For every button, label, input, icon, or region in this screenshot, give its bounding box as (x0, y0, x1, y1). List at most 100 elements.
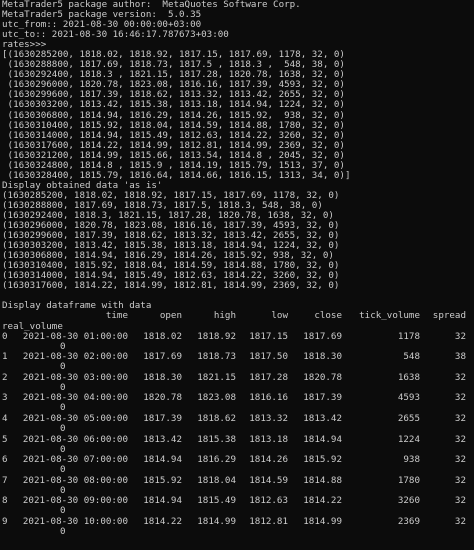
cell-close: 1817.69 (303, 330, 342, 342)
cell-open: 1818.30 (143, 371, 182, 383)
console-header-output: MetaTrader5 package author: MetaQuotes S… (2, 0, 474, 50)
asis-line: (1630317600, 1814.22, 1814.99, 1812.81, … (2, 280, 340, 292)
cell-open: 1817.39 (143, 412, 182, 424)
cell-open: 1818.02 (143, 330, 182, 342)
dataframe-rows: 0 2021-08-30 01:00:00 1818.02 1818.92 1817.1… (2, 330, 474, 538)
row-index: 0 (2, 330, 8, 342)
cell-high: 1818.73 (197, 351, 236, 363)
rates-output: [(1630285200, 1818.02, 1818.92, 1817.15,… (2, 50, 474, 181)
cell-open: 1817.69 (143, 351, 182, 363)
cell-tick-volume: 938 (403, 454, 420, 466)
cell-spread: 32 (454, 515, 466, 527)
rates-line: (1630303200, 1813.42, 1815.38, 1813.18, … (2, 99, 345, 111)
dataframe-header-row: time open high low close tick_volume spr… (2, 311, 474, 321)
cell-high: 1818.04 (197, 474, 236, 486)
cell-close: 1813.42 (303, 412, 342, 424)
cell-low: 1814.26 (249, 454, 288, 466)
row-index: 9 (2, 515, 8, 527)
cell-tick-volume: 1780 (397, 474, 420, 486)
cell-real-volume: 0 (60, 361, 66, 373)
console-window[interactable]: MetaTrader5 package author: MetaQuotes S… (0, 0, 474, 550)
table-row: 7 2021-08-30 08:00:00 1815.92 1818.04 1814.5… (2, 474, 474, 497)
cell-spread: 32 (454, 330, 466, 342)
cell-spread: 32 (454, 454, 466, 466)
cell-spread: 32 (454, 371, 466, 383)
cell-close: 1820.78 (303, 371, 342, 383)
cell-close: 1814.88 (303, 474, 342, 486)
cell-spread: 32 (454, 412, 466, 424)
col-header-time: time (105, 310, 128, 322)
cell-time: 2021-08-30 05:00:00 (22, 412, 128, 424)
cell-tick-volume: 1224 (397, 433, 420, 445)
cell-close: 1814.22 (303, 495, 342, 507)
row-index: 1 (2, 351, 8, 363)
table-row: 4 2021-08-30 05:00:00 1817.39 1818.62 1813.3… (2, 412, 474, 435)
cell-spread: 32 (454, 474, 466, 486)
table-row: 5 2021-08-30 06:00:00 1813.42 1815.38 1813.1… (2, 433, 474, 456)
cell-close: 1815.92 (303, 454, 342, 466)
table-row: 1 2021-08-30 02:00:00 1817.69 1818.73 1817.5… (2, 352, 474, 373)
cell-close: 1818.30 (303, 351, 342, 363)
cell-high: 1815.38 (197, 433, 236, 445)
cell-time: 2021-08-30 07:00:00 (22, 454, 128, 466)
cell-low: 1817.50 (249, 351, 288, 363)
cell-real-volume: 0 (60, 505, 66, 517)
col-header-spread: spread (432, 310, 466, 322)
row-index: 7 (2, 474, 8, 486)
cell-low: 1812.81 (249, 515, 288, 527)
cell-real-volume: 0 (60, 422, 66, 434)
cell-open: 1814.94 (143, 495, 182, 507)
cell-time: 2021-08-30 09:00:00 (22, 495, 128, 507)
cell-open: 1813.42 (143, 433, 182, 445)
cell-tick-volume: 2655 (397, 412, 420, 424)
cell-open: 1815.92 (143, 474, 182, 486)
cell-high: 1814.99 (197, 515, 236, 527)
header-line: utc_to:: 2021-08-30 16:46:17.787673+03:0… (2, 29, 229, 41)
row-index: 5 (2, 433, 8, 445)
cell-time: 2021-08-30 04:00:00 (22, 392, 128, 404)
cell-spread: 32 (454, 495, 466, 507)
table-row: 0 2021-08-30 01:00:00 1818.02 1818.92 1817.1… (2, 330, 474, 353)
cell-time: 2021-08-30 08:00:00 (22, 474, 128, 486)
dataframe-table: time open high low close tick_volume spr… (2, 311, 474, 537)
cell-close: 1814.94 (303, 433, 342, 445)
row-index: 6 (2, 454, 8, 466)
cell-time: 2021-08-30 06:00:00 (22, 433, 128, 445)
col-header-tick-volume: tick_volume (359, 310, 420, 322)
cell-tick-volume: 1178 (397, 330, 420, 342)
table-row: 9 2021-08-30 10:00:00 1814.22 1814.99 1812.8… (2, 515, 474, 538)
col-header-high: high (213, 310, 236, 322)
row-index: 8 (2, 495, 8, 507)
cell-low: 1817.28 (249, 371, 288, 383)
cell-spread: 38 (454, 351, 466, 363)
col-header-close: close (314, 310, 342, 322)
cell-tick-volume: 548 (403, 351, 420, 363)
cell-real-volume: 0 (60, 525, 66, 537)
cell-tick-volume: 3260 (397, 495, 420, 507)
row-index: 4 (2, 412, 8, 424)
cell-low: 1812.63 (249, 495, 288, 507)
cell-high: 1823.08 (197, 392, 236, 404)
cell-real-volume: 0 (60, 381, 66, 393)
row-index: 2 (2, 371, 8, 383)
cell-high: 1815.49 (197, 495, 236, 507)
cell-low: 1814.59 (249, 474, 288, 486)
cell-high: 1818.92 (197, 330, 236, 342)
cell-high: 1821.15 (197, 371, 236, 383)
cell-real-volume: 0 (60, 402, 66, 414)
table-row: 3 2021-08-30 04:00:00 1820.78 1823.08 1816.1… (2, 393, 474, 414)
cell-high: 1816.29 (197, 454, 236, 466)
cell-real-volume: 0 (60, 464, 66, 476)
cell-low: 1813.18 (249, 433, 288, 445)
cell-real-volume: 0 (60, 340, 66, 352)
cell-spread: 32 (454, 433, 466, 445)
cell-close: 1817.39 (303, 392, 342, 404)
cell-high: 1818.62 (197, 412, 236, 424)
cell-time: 2021-08-30 02:00:00 (22, 351, 128, 363)
col-header-open: open (159, 310, 182, 322)
cell-tick-volume: 2369 (397, 515, 420, 527)
cell-time: 2021-08-30 03:00:00 (22, 371, 128, 383)
cell-low: 1817.15 (249, 330, 288, 342)
asis-output: (1630285200, 1818.02, 1818.92, 1817.15, … (2, 190, 474, 292)
cell-time: 2021-08-30 10:00:00 (22, 515, 128, 527)
